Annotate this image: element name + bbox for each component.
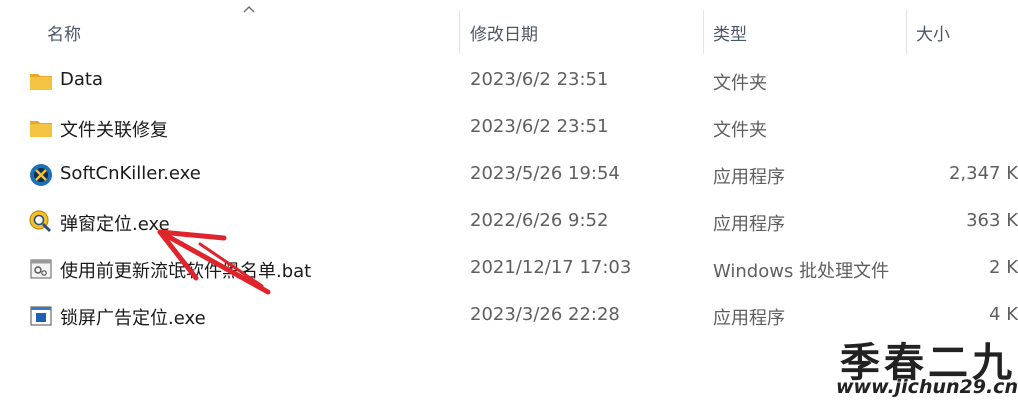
file-modified: 2023/3/26 22:28: [470, 304, 620, 325]
file-type: 文件夹: [713, 73, 767, 94]
file-row-update-blacklist-bat[interactable]: 使用前更新流氓软件黑名单.bat 2021/12/17 17:03 Window…: [0, 246, 1018, 293]
file-name: SoftCnKiller.exe: [60, 163, 201, 184]
file-modified: 2023/6/2 23:51: [470, 116, 609, 137]
file-type: 应用程序: [713, 167, 785, 188]
file-type: 文件夹: [713, 120, 767, 141]
file-modified: 2022/6/26 9:52: [470, 210, 609, 231]
file-row-data[interactable]: Data 2023/6/2 23:51 文件夹: [0, 58, 1018, 105]
file-modified: 2021/12/17 17:03: [470, 257, 632, 278]
file-row-file-association-repair[interactable]: 文件关联修复 2023/6/2 23:51 文件夹: [0, 105, 1018, 152]
column-header-type[interactable]: 类型: [713, 20, 747, 45]
file-name: Data: [60, 69, 103, 90]
file-size: 2,347 K: [948, 163, 1018, 184]
folder-icon: [30, 121, 52, 137]
file-size: 363 K: [966, 210, 1018, 231]
column-divider[interactable]: [906, 10, 907, 54]
popup-locator-app-icon: [29, 210, 52, 233]
lockscreen-app-icon: [30, 306, 52, 326]
batch-file-icon: [30, 259, 52, 279]
file-row-popup-locator[interactable]: 弹窗定位.exe 2022/6/26 9:52 应用程序 363 K: [0, 199, 1018, 246]
folder-icon: [30, 74, 52, 90]
file-type: Windows 批处理文件: [713, 261, 890, 282]
softcnkiller-app-icon: [30, 164, 52, 186]
file-modified: 2023/6/2 23:51: [470, 69, 609, 90]
file-name: 弹窗定位.exe: [60, 214, 170, 235]
file-type: 应用程序: [713, 308, 785, 329]
file-name: 锁屏广告定位.exe: [60, 308, 206, 329]
file-size: 2 K: [989, 257, 1018, 278]
column-divider[interactable]: [459, 10, 460, 54]
sort-ascending-icon: [243, 6, 255, 13]
file-modified: 2023/5/26 19:54: [470, 163, 620, 184]
file-name: 文件关联修复: [60, 120, 168, 141]
file-row-softcnkiller[interactable]: SoftCnKiller.exe 2023/5/26 19:54 应用程序 2,…: [0, 152, 1018, 199]
column-header-modified[interactable]: 修改日期: [470, 20, 538, 45]
column-header-name[interactable]: 名称: [47, 20, 81, 45]
column-header-bar: 名称 修改日期 类型 大小: [0, 0, 1018, 64]
watermark-url: www.jichun29.cn: [836, 376, 1018, 398]
file-type: 应用程序: [713, 214, 785, 235]
file-size: 4 K: [989, 304, 1018, 325]
column-divider[interactable]: [703, 10, 704, 54]
column-header-size[interactable]: 大小: [916, 20, 950, 45]
file-name: 使用前更新流氓软件黑名单.bat: [60, 261, 312, 282]
